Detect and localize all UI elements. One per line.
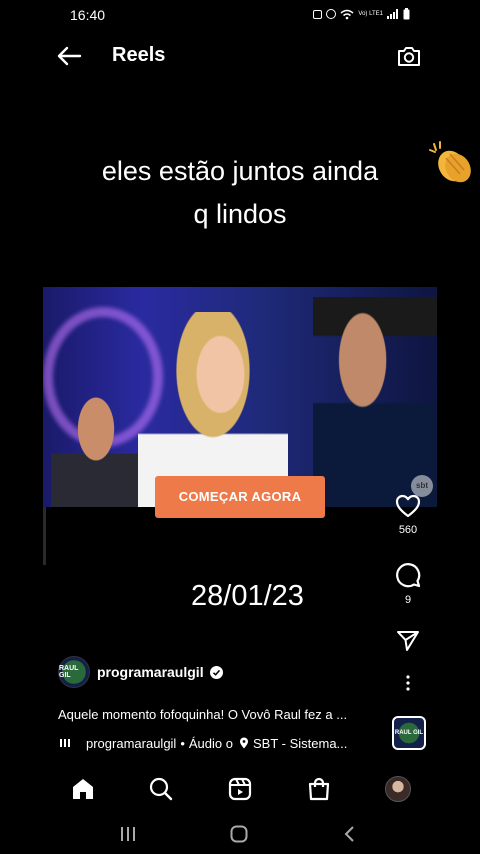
bottom-nav — [0, 764, 480, 812]
more-options-button[interactable] — [388, 674, 428, 692]
system-nav — [0, 812, 480, 854]
video-overlay-text: eles estão juntos ainda q lindos — [40, 150, 440, 236]
alarm-icon — [326, 9, 337, 19]
wifi-icon — [340, 9, 354, 20]
status-icons: Vo) LTE1 — [313, 8, 410, 20]
heart-icon — [395, 494, 421, 518]
share-action[interactable] — [388, 629, 428, 653]
location-label[interactable]: SBT - Sistema... — [253, 736, 347, 751]
comment-icon — [396, 563, 421, 588]
nav-home[interactable] — [70, 776, 96, 802]
author-row[interactable]: RAUL GIL programaraulgil — [58, 655, 223, 689]
share-icon — [397, 631, 419, 651]
home-system-button[interactable] — [229, 824, 249, 844]
recent-apps-icon — [121, 827, 135, 841]
home-icon — [73, 779, 93, 799]
like-count: 560 — [398, 524, 418, 536]
start-now-button[interactable]: COMEÇAR AGORA — [155, 476, 325, 518]
post-caption[interactable]: Aquele momento fofoquinha! O Vovô Raul f… — [58, 707, 388, 722]
reels-icon — [228, 777, 252, 801]
back-button[interactable] — [56, 44, 82, 68]
back-system-button[interactable] — [340, 824, 360, 844]
like-action[interactable]: 560 — [388, 494, 428, 536]
signal-icon — [387, 9, 399, 19]
camera-button[interactable] — [396, 43, 422, 69]
recent-apps-button[interactable] — [118, 824, 138, 844]
status-time: 16:40 — [70, 7, 106, 23]
location-pin-icon — [239, 737, 248, 749]
audio-thumbnail[interactable]: RAUL GIL — [392, 716, 426, 750]
comment-action[interactable]: 9 — [388, 562, 428, 606]
date-overlay-text: 28/01/23 — [191, 580, 304, 612]
more-vertical-icon — [406, 675, 410, 691]
video-person-left — [51, 387, 141, 507]
verified-badge-icon — [209, 665, 223, 679]
nav-profile-avatar[interactable] — [385, 776, 411, 802]
overlay-line-1: eles estão juntos ainda — [101, 156, 379, 186]
search-icon — [149, 777, 173, 801]
back-chevron-icon — [344, 826, 354, 842]
home-circle-icon — [230, 825, 248, 843]
audio-wave-icon — [60, 739, 70, 747]
nav-shop[interactable] — [306, 776, 332, 802]
comment-count: 9 — [404, 594, 412, 606]
video-frame[interactable]: sbt — [43, 287, 437, 507]
overlay-line-2: q lindos — [193, 199, 287, 229]
status-bar: 16:40 Vo) LTE1 — [0, 0, 480, 30]
nav-reels[interactable] — [227, 776, 253, 802]
camera-icon — [398, 47, 420, 66]
shop-icon — [308, 777, 330, 801]
clapping-hands-icon — [426, 140, 474, 186]
top-nav: Reels — [0, 36, 480, 76]
notification-icon — [313, 9, 323, 19]
battery-icon — [403, 8, 410, 20]
audio-separator: • — [180, 735, 185, 751]
page-title: Reels — [112, 44, 166, 66]
author-avatar[interactable]: RAUL GIL — [58, 656, 90, 688]
audio-row[interactable]: programaraulgil • Áudio o SBT - Sistema.… — [60, 734, 380, 752]
lte-label: Vo) LTE1 — [358, 11, 383, 17]
nav-search[interactable] — [148, 776, 174, 802]
audio-label[interactable]: Áudio o — [189, 736, 233, 751]
video-edge-bar — [43, 507, 46, 565]
back-arrow-icon — [57, 46, 82, 66]
author-name[interactable]: programaraulgil — [97, 664, 204, 680]
audio-author[interactable]: programaraulgil — [86, 736, 176, 751]
